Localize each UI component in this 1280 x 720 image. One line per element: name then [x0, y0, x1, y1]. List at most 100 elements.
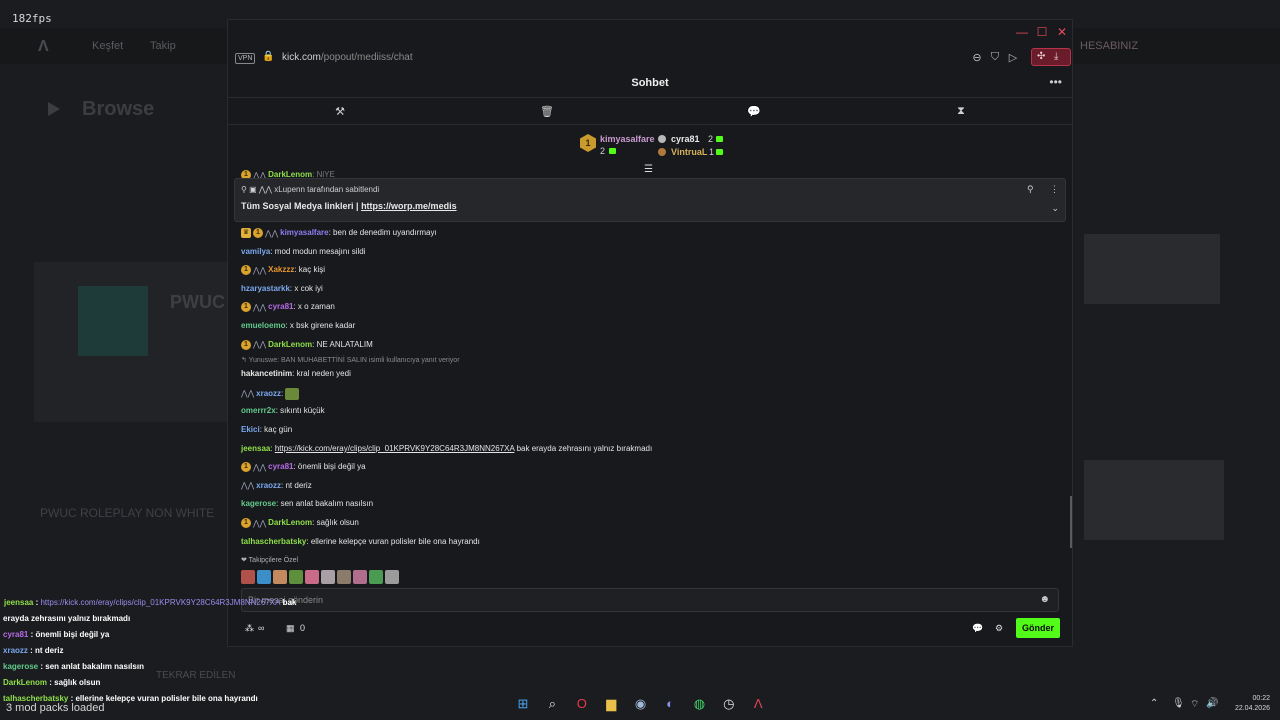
leaderboard-first-name[interactable]: kimyasalfare — [600, 134, 655, 144]
emoji-icon[interactable]: ☻ — [1039, 594, 1050, 605]
chat-username[interactable]: jeensaa — [241, 444, 270, 453]
close-button[interactable]: ✕ — [1054, 25, 1070, 39]
follower-emote[interactable] — [289, 569, 303, 584]
chat-username[interactable]: DarkLenom — [268, 340, 312, 349]
chat-scrollbar[interactable] — [1070, 496, 1072, 548]
url-domain: kick.com — [282, 52, 321, 63]
chat-username[interactable]: Xakzzz — [268, 265, 294, 274]
follower-emote[interactable] — [369, 569, 383, 584]
reply-reference[interactable]: ↰ Yunuswe: BAN MUHABETTİNİ SALIN isimli … — [241, 356, 460, 364]
trash-icon[interactable]: 🗑 — [539, 105, 555, 118]
network-icon[interactable]: ⌔ — [1190, 698, 1199, 711]
hammer-icon[interactable]: ⚒ — [332, 105, 348, 118]
leaderboard-first-count: 2 — [600, 146, 606, 156]
volume-icon[interactable]: 🔊 — [1206, 698, 1218, 709]
system-clock[interactable]: 00:22 22.04.2026 — [1226, 694, 1270, 714]
chat-message-link[interactable]: https://kick.com/eray/clips/clip_01KPRVK… — [275, 444, 515, 453]
discord-icon[interactable]: ◐ — [660, 694, 680, 714]
spotify-icon[interactable]: ◍ — [689, 694, 709, 714]
chat-username[interactable]: hakancetinim — [241, 369, 292, 378]
kick-app-icon[interactable]: Λ — [748, 694, 768, 714]
chat-username[interactable]: kagerose — [241, 499, 276, 508]
follower-emote[interactable] — [241, 569, 255, 584]
overlay-text: bak — [280, 598, 297, 607]
overlay-username: xraozz — [3, 646, 28, 655]
play-icon[interactable]: ▷ — [1006, 51, 1020, 64]
url-field[interactable]: kick.com/popout/mediiss/chat — [282, 52, 413, 63]
overlay-text: : sağlık olsun — [47, 678, 101, 687]
chat-menu-button[interactable]: ••• — [1049, 75, 1062, 89]
overlay-chat-line: DarkLenom : sağlık olsun — [3, 678, 100, 687]
follower-emote[interactable] — [257, 569, 271, 584]
pinned-menu-icon[interactable]: ⋮ — [1050, 184, 1059, 195]
chat-message-text: : nt deriz — [281, 480, 312, 490]
gold-badge-icon: 1 — [241, 339, 251, 350]
overlay-username: jeensaa — [4, 598, 34, 607]
chat-username[interactable]: kimyasalfare — [280, 228, 328, 237]
windows-start-icon[interactable]: ⊞ — [513, 694, 533, 714]
collapse-leaderboard-icon[interactable]: ☰ — [644, 164, 653, 175]
pin-icon[interactable]: ⚲ — [1027, 184, 1034, 195]
download-icon[interactable]: ⤓ — [1054, 51, 1058, 62]
lock-icon[interactable]: 🔒 — [262, 51, 274, 62]
chat-username[interactable]: DarkLenom — [268, 518, 312, 527]
chevron-up-icon[interactable]: ⌃ — [1150, 698, 1158, 709]
zoom-icon[interactable]: ⊖ — [970, 51, 984, 64]
minimize-button[interactable]: — — [1014, 25, 1030, 39]
puzzle-icon[interactable]: ✣ — [1037, 51, 1045, 62]
chat-username[interactable]: hzaryastarkk — [241, 284, 290, 293]
follower-emote[interactable] — [273, 569, 287, 584]
chat-username[interactable]: vamilya — [241, 247, 270, 256]
search-icon[interactable]: ⌕ — [542, 694, 562, 714]
background-logo: Λ — [38, 38, 49, 55]
chat-username[interactable]: emueloemo — [241, 321, 285, 330]
shield-icon[interactable]: ⛉ — [988, 51, 1002, 64]
chat-username[interactable]: cyra81 — [268, 462, 293, 471]
chevron-down-icon[interactable]: ⌄ — [1051, 203, 1059, 214]
follower-emote[interactable] — [337, 569, 351, 584]
pinned-link[interactable]: https://worp.me/medis — [361, 201, 457, 211]
background-browse-title: Browse — [82, 98, 155, 120]
chat-username[interactable]: xraozz — [256, 389, 281, 398]
opera-icon[interactable]: O — [572, 694, 592, 714]
microphone-icon[interactable]: 🎙 — [1172, 698, 1185, 709]
chat-username[interactable]: Ekici — [241, 425, 260, 434]
follower-emote[interactable] — [385, 569, 399, 584]
leaderboard-third-name[interactable]: VintruaL — [671, 147, 707, 157]
send-button[interactable]: Gönder — [1016, 618, 1060, 638]
chat-message: kagerose: sen anlat bakalım nasılsın — [241, 499, 373, 508]
wings-badge-icon: ⋀⋀ — [253, 265, 267, 275]
vpn-badge[interactable]: VPN — [235, 53, 256, 64]
hourglass-icon[interactable]: ⧗ — [953, 105, 969, 118]
chat-message: 1 ⋀⋀ DarkLenom: sağlık olsun — [241, 518, 359, 528]
follower-emote[interactable] — [305, 569, 319, 584]
chat-username[interactable]: omerrr2x — [241, 406, 276, 415]
chat-messages: ♛ 1 ⋀⋀ kimyasalfare: ben de denedim uyandır… — [241, 224, 1061, 584]
chat-username[interactable]: cyra81 — [268, 303, 293, 312]
maximize-button[interactable]: ☐ — [1034, 25, 1050, 39]
steam-icon[interactable]: ◉ — [631, 694, 651, 714]
leaderboard-second-name[interactable]: cyra81 — [671, 134, 700, 144]
wings-badge-icon: ⋀⋀ — [241, 481, 255, 491]
file-explorer-icon[interactable]: ▆ — [601, 694, 621, 714]
gift-leaderboard: 1 kimyasalfare 2 cyra81 2 VintruaL 1 — [228, 126, 1072, 166]
clock-app-icon[interactable]: ◷ — [719, 694, 739, 714]
follower-emote[interactable] — [353, 569, 367, 584]
background-card-thumb — [78, 286, 148, 356]
follower-emote[interactable] — [321, 569, 335, 584]
gold-badge-icon: 1 — [241, 462, 251, 473]
chat-bubble-settings-icon[interactable]: 💬 — [972, 623, 983, 634]
gear-icon[interactable]: ⚙ — [995, 623, 1003, 634]
leaderboard-third-count: 1 — [709, 147, 715, 157]
chat-message: hzaryastarkk: x cok iyi — [241, 284, 323, 293]
chat-bubble-icon[interactable]: 💬 — [746, 105, 762, 118]
chat-username[interactable]: talhascherbatsky — [241, 537, 306, 546]
chat-message: 1 ⋀⋀ Xakzzz: kaç kişi — [241, 265, 325, 276]
chat-username[interactable]: xraozz — [256, 481, 281, 490]
emote-image — [285, 387, 300, 400]
background-stream-title: PWUC ROLEPLAY NON WHITE — [40, 506, 215, 520]
chat-message: 1 ⋀⋀ cyra81: önemli bişi değil ya — [241, 462, 366, 473]
chat-message-text: : ben de denedim uyandırmayı — [328, 228, 437, 238]
chat-message-text: : ellerine kelepçe vuran polisler bile o… — [306, 536, 480, 546]
clock-time: 00:22 — [1252, 695, 1270, 702]
